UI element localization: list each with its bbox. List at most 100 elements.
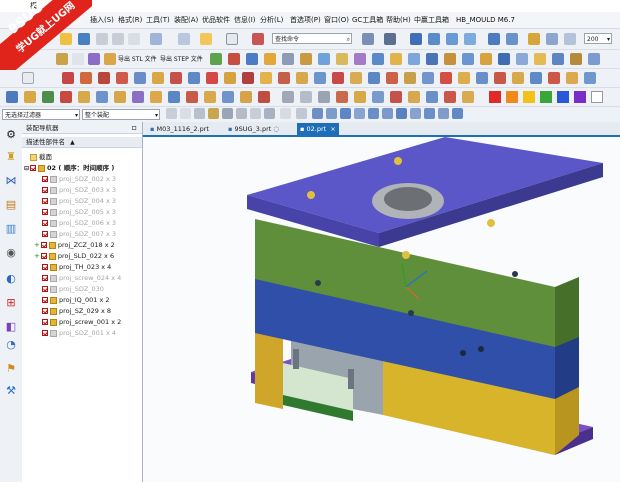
curve-icon-25[interactable] [494,72,506,84]
command-search-input[interactable]: 查找命令 ⌕ [272,33,352,44]
curve-icon-26[interactable] [512,72,524,84]
feature-icon-22[interactable] [588,53,600,65]
bottom-view-icon[interactable] [564,33,576,45]
snap-point-icon-4[interactable] [354,108,365,119]
root-checkbox[interactable] [30,165,37,171]
part-icon[interactable] [200,33,212,45]
layer-icon[interactable] [226,33,238,45]
top-view-icon[interactable] [446,33,458,45]
feature-icon-1[interactable] [210,53,222,65]
save-icon[interactable] [78,33,90,45]
color-swatch-green[interactable] [540,91,552,103]
curve-edit-icon-9[interactable] [426,91,438,103]
curve-icon-24[interactable] [476,72,488,84]
menu-youpin[interactable]: 优品软件 [202,12,230,28]
menu-gc-toolbox[interactable]: GC工具箱 [352,12,383,28]
view-icon[interactable] [252,33,264,45]
surface-icon-3[interactable] [42,91,54,103]
curve-edit-icon-4[interactable] [336,91,348,103]
surface-icon-2[interactable] [24,91,36,103]
curve-edit-icon-1[interactable] [282,91,294,103]
feature-icon-21[interactable] [570,53,582,65]
tree-row-section[interactable]: 截面 [30,152,52,163]
curve-icon-3[interactable] [98,72,110,84]
part-checkbox[interactable] [42,209,48,215]
selection-filter-combo[interactable]: 无选择过滤器 ▾ [2,109,80,120]
curve-icon-12[interactable] [260,72,272,84]
tab-02[interactable]: ▪ 02.prt × [297,123,339,135]
menu-assembly[interactable]: 装配(A) [174,12,198,28]
export-stl-button[interactable]: 导出 STL 文件 [118,54,157,63]
surface-icon-1[interactable] [6,91,18,103]
extrude-icon[interactable] [104,53,116,65]
image-tool-icon[interactable] [22,72,34,84]
feature-icon-6[interactable] [300,53,312,65]
color-swatch-red[interactable] [489,91,501,103]
snap-point-icon-8[interactable] [410,108,421,119]
render-style-icon[interactable] [384,33,396,45]
filter-icon-5[interactable] [222,108,233,119]
tree-row[interactable]: + proj_SLD_022 x 6 [34,251,114,262]
feature-icon-4[interactable] [264,53,276,65]
curve-edit-icon-2[interactable] [300,91,312,103]
redo-icon[interactable] [178,33,190,45]
part-checkbox[interactable] [42,297,48,303]
snap-point-icon-1[interactable] [312,108,323,119]
zoom-combo[interactable]: 200 ▾ [584,33,612,44]
export-step-button[interactable]: 导出 STEP 文件 [160,54,203,63]
menu-analysis[interactable]: 分析(L) [260,12,283,28]
surface-icon-7[interactable] [114,91,126,103]
filter-icon-4[interactable] [208,108,219,119]
tree-row[interactable]: proj_SDZ_006 x 3 [42,218,116,229]
history-icon[interactable]: ⊞ [4,296,18,309]
curve-icon-7[interactable] [170,72,182,84]
menu-format[interactable]: 格式(R) [118,12,142,28]
constraint-navigator-icon[interactable]: ⋈ [4,174,18,187]
curve-icon-13[interactable] [278,72,290,84]
curve-icon-10[interactable] [224,72,236,84]
curve-icon-27[interactable] [530,72,542,84]
cut-icon[interactable] [96,33,108,45]
surface-icon-4[interactable] [60,91,72,103]
feature-icon-11[interactable] [390,53,402,65]
menu-insert[interactable]: 插入(S) [90,12,114,28]
tab-m03-1116-2[interactable]: ▪ M03_1116_2.prt [147,123,212,135]
curve-icon-11[interactable] [242,72,254,84]
manufacturing-wizard-icon[interactable]: ⚒ [4,384,18,397]
back-view-icon[interactable] [546,33,558,45]
surface-icon-8[interactable] [132,91,144,103]
surface-icon-11[interactable] [186,91,198,103]
curve-icon-16[interactable] [332,72,344,84]
left-view-icon[interactable] [506,33,518,45]
menu-preferences[interactable]: 首选项(P) [290,12,321,28]
filter-icon-1[interactable] [166,108,177,119]
feature-icon-12[interactable] [408,53,420,65]
tree-row[interactable]: proj_SDZ_003 x 3 [42,185,116,196]
filter-icon-6[interactable] [236,108,247,119]
navigator-column-header[interactable]: 描述性部件名 ▲ [22,137,142,148]
part-checkbox[interactable] [42,176,48,182]
surface-icon-9[interactable] [150,91,162,103]
tree-row[interactable]: proj_screw_001 x 2 [42,317,121,328]
tree-row-root[interactable]: ⊟ 02 ( 顺序：时间顺序 ) [24,163,114,174]
assembly-navigator-icon[interactable]: ♜ [4,150,18,163]
web-browser-icon[interactable]: ◐ [4,272,18,285]
tree-row[interactable]: proj_SDZ_004 x 3 [42,196,116,207]
surface-icon-15[interactable] [258,91,270,103]
curve-icon-21[interactable] [422,72,434,84]
tree-row[interactable]: proj_TH_023 x 4 [42,262,111,273]
curve-edit-icon-10[interactable] [444,91,456,103]
feature-icon-9[interactable] [354,53,366,65]
feature-icon-13[interactable] [426,53,438,65]
process-studio-icon[interactable]: ◔ [4,338,18,351]
paste-icon[interactable] [128,33,140,45]
part-checkbox[interactable] [42,286,48,292]
curve-edit-icon-8[interactable] [408,91,420,103]
system-materials-icon[interactable]: ◧ [4,320,18,333]
snap-point-icon-11[interactable] [452,108,463,119]
tree-row[interactable]: proj_SDZ_001 x 4 [42,328,116,339]
filter-icon-9[interactable] [280,108,291,119]
feature-icon-5[interactable] [282,53,294,65]
undo-icon[interactable] [150,33,162,45]
menu-tools[interactable]: 工具(T) [146,12,170,28]
